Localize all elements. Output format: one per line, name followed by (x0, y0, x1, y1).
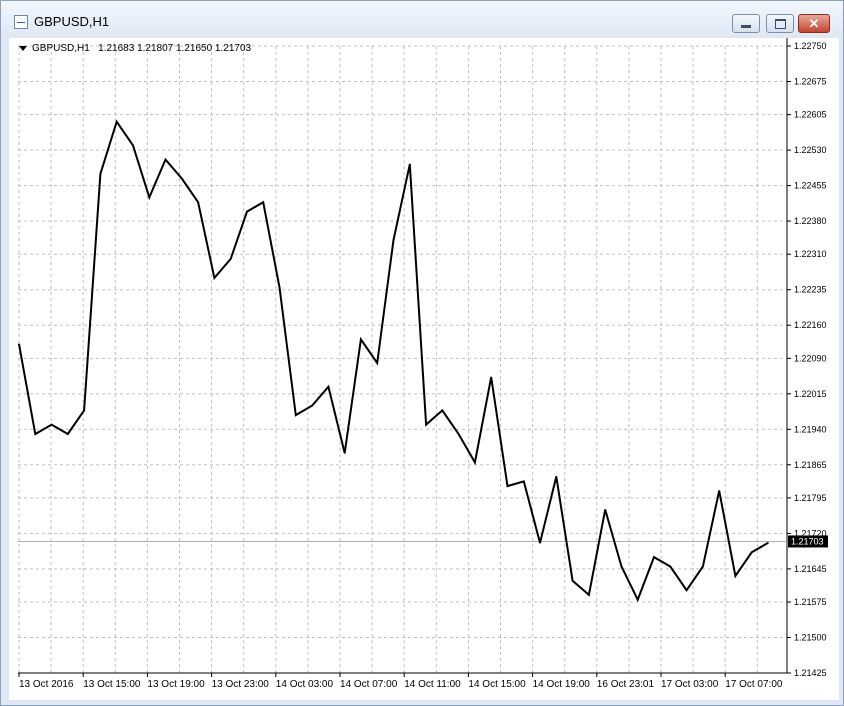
data-point (18, 343, 20, 345)
data-point (441, 409, 444, 412)
data-point (327, 385, 330, 388)
y-tick-label: 1.22455 (794, 181, 827, 191)
data-point (636, 598, 639, 601)
data-point (539, 542, 541, 544)
y-tick-label: 1.21865 (794, 460, 827, 470)
data-point (734, 575, 737, 577)
data-point (132, 144, 134, 147)
data-point (376, 362, 379, 364)
chart-window-icon (14, 15, 28, 29)
data-point (67, 433, 69, 435)
y-tick-label: 1.22160 (794, 320, 827, 330)
close-button[interactable]: ✕ (798, 14, 830, 33)
close-icon: ✕ (808, 16, 820, 31)
data-point (148, 196, 151, 199)
data-point (718, 490, 720, 492)
data-point (457, 433, 460, 435)
y-tick-label: 1.21425 (794, 668, 827, 678)
x-tick-label: 14 Oct 19:00 (533, 679, 591, 690)
data-point (246, 210, 248, 213)
y-tick-label: 1.22750 (794, 41, 827, 51)
data-point (181, 177, 183, 180)
y-tick-label: 1.22530 (794, 145, 827, 155)
data-point (83, 409, 85, 412)
x-tick-label: 17 Oct 03:00 (661, 679, 719, 690)
chart-window: GBPUSD,H1 ✕ 1.22750 1.22675 1.22605 1.22530… (0, 0, 844, 706)
data-point (99, 172, 102, 175)
current-price-label: 1.21703 (791, 536, 824, 546)
data-point (164, 158, 167, 161)
chart-area[interactable]: 1.22750 1.22675 1.22605 1.22530 1.22455 1.223… (9, 38, 839, 700)
data-point (522, 480, 525, 483)
y-tick-label: 1.22235 (794, 285, 827, 295)
x-tick-label: 17 Oct 07:00 (725, 679, 783, 690)
data-point (474, 461, 476, 464)
y-tick-label: 1.21645 (794, 564, 827, 574)
maximize-button[interactable] (766, 14, 794, 33)
y-tick-label: 1.22090 (794, 353, 827, 363)
data-point (392, 239, 395, 241)
x-tick-label: 13 Oct 2016 (19, 679, 74, 690)
data-point (34, 433, 37, 435)
data-point (360, 338, 362, 341)
data-point (490, 376, 492, 379)
y-tick-label: 1.22310 (794, 249, 827, 259)
data-point (588, 594, 590, 596)
ohlc-info: GBPUSD,H1 1.21683 1.21807 1.21650 1.2170… (32, 43, 251, 54)
ohlc-values: 1.21683 1.21807 1.21650 1.21703 (98, 43, 252, 54)
data-point (750, 551, 753, 554)
data-point (197, 201, 199, 203)
dropdown-arrow-icon[interactable] (19, 46, 27, 51)
data-point (555, 475, 558, 478)
data-point (425, 423, 427, 426)
title-bar[interactable]: GBPUSD,H1 ✕ (1, 1, 843, 39)
symbol-timeframe: GBPUSD,H1 (32, 43, 90, 54)
data-point (669, 565, 672, 568)
y-tick-label: 1.22380 (794, 216, 827, 226)
y-tick-label: 1.21795 (794, 493, 827, 503)
x-tick-label: 16 Oct 23:01 (597, 679, 655, 690)
y-tick-label: 1.22015 (794, 389, 827, 399)
data-point (653, 556, 655, 558)
x-tick-label: 14 Oct 07:00 (340, 679, 398, 690)
data-point (115, 120, 118, 123)
data-point (604, 508, 606, 511)
x-tick-label: 13 Oct 15:00 (83, 679, 141, 690)
data-point (262, 201, 265, 203)
data-point (295, 414, 297, 416)
data-point (506, 485, 509, 487)
y-tick-label: 1.22605 (794, 110, 827, 120)
data-point (767, 542, 769, 544)
data-point (702, 565, 704, 568)
x-tick-label: 14 Oct 11:00 (404, 679, 461, 690)
data-point (408, 163, 411, 166)
data-point (311, 404, 313, 407)
data-point (620, 565, 623, 568)
x-tick-label: 14 Oct 03:00 (276, 679, 334, 690)
data-point (278, 286, 281, 289)
y-tick-label: 1.21940 (794, 424, 827, 434)
y-tick-label: 1.21575 (794, 597, 827, 607)
y-tick-label: 1.21500 (794, 633, 827, 643)
data-point (50, 423, 53, 426)
price-chart[interactable]: 1.22750 1.22675 1.22605 1.22530 1.22455 1.223… (9, 38, 839, 700)
x-tick-label: 13 Oct 19:00 (147, 679, 205, 690)
y-tick-label: 1.22675 (794, 76, 827, 86)
price-series-line (18, 119, 769, 603)
data-point (343, 452, 346, 454)
data-point (213, 277, 216, 279)
window-title: GBPUSD,H1 (34, 14, 110, 29)
x-tick-label: 14 Oct 15:00 (468, 679, 526, 690)
x-tick-label: 13 Oct 23:00 (212, 679, 270, 690)
data-point (571, 579, 574, 582)
data-point (229, 258, 232, 260)
data-point (685, 589, 688, 591)
minimize-button[interactable] (732, 14, 760, 33)
